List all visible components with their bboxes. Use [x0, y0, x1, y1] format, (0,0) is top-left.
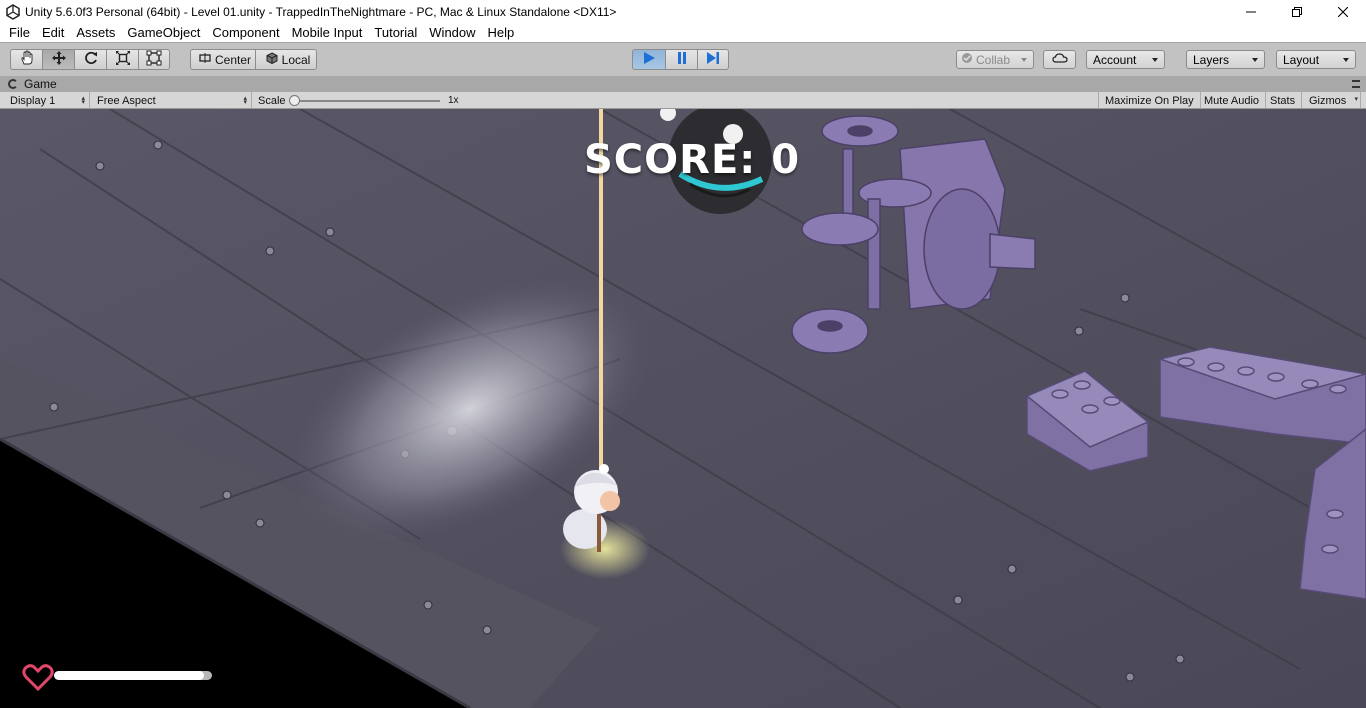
pause-button[interactable]: [665, 49, 697, 70]
pivot-local-label: Local: [281, 52, 311, 67]
game-scene: [0, 109, 1366, 708]
scale-slider-track[interactable]: [294, 100, 440, 102]
menu-gameobject[interactable]: GameObject: [121, 25, 206, 40]
menu-assets[interactable]: Assets: [70, 25, 121, 40]
minimize-button[interactable]: [1228, 0, 1274, 23]
hand-tool-button[interactable]: [10, 49, 42, 70]
menu-component[interactable]: Component: [206, 25, 285, 40]
mute-audio-toggle[interactable]: Mute Audio: [1198, 92, 1267, 109]
display-caret-icon: ▴ ▾: [81, 95, 85, 106]
collab-check-icon: [961, 52, 973, 67]
layers-dropdown[interactable]: Layers: [1186, 50, 1265, 69]
scale-tool-icon: [115, 50, 131, 69]
cloud-button[interactable]: [1043, 50, 1076, 69]
layout-dropdown[interactable]: Layout: [1276, 50, 1356, 69]
collab-label: Collab: [976, 52, 1011, 67]
gizmos-toggle[interactable]: Gizmos ▾: [1303, 92, 1361, 109]
pivot-center-label: Center: [214, 52, 252, 67]
title-bar: Unity 5.6.0f3 Personal (64bit) - Level 0…: [0, 0, 1366, 23]
pause-icon: [675, 51, 689, 68]
account-label: Account: [1093, 52, 1137, 67]
menu-edit[interactable]: Edit: [36, 25, 70, 40]
collab-dropdown[interactable]: Collab: [956, 50, 1034, 69]
step-icon: [706, 51, 720, 68]
rect-tool-icon: [146, 50, 162, 69]
play-button[interactable]: [632, 49, 665, 70]
gizmos-label: Gizmos: [1309, 94, 1347, 107]
step-button[interactable]: [697, 49, 729, 70]
rotate-tool-icon: [83, 50, 99, 69]
restore-button[interactable]: [1274, 0, 1320, 23]
scale-label: Scale: [258, 94, 286, 107]
menu-help[interactable]: Help: [482, 25, 521, 40]
display-dropdown[interactable]: Display 1 ▴ ▾: [4, 92, 90, 109]
pivot-center-button[interactable]: Center: [190, 49, 255, 70]
game-tab[interactable]: Game: [4, 76, 57, 92]
health-bar: [54, 671, 212, 680]
menu-bar: File Edit Assets GameObject Component Mo…: [0, 23, 1366, 42]
aspect-label: Free Aspect: [97, 94, 156, 107]
stats-toggle[interactable]: Stats: [1264, 92, 1303, 109]
move-tool-icon: [51, 50, 67, 69]
layout-label: Layout: [1283, 52, 1320, 67]
tab-menu-icon[interactable]: [1352, 80, 1360, 88]
layers-label: Layers: [1193, 52, 1230, 67]
score-display: SCORE: 0: [584, 137, 801, 183]
menu-tutorial[interactable]: Tutorial: [368, 25, 423, 40]
pivot-toggles: Center Local: [190, 49, 317, 70]
toolbar: Center Local Collab Account Layers Layou…: [0, 42, 1366, 76]
game-tab-label: Game: [24, 77, 57, 91]
game-tab-row: Game: [0, 76, 1366, 92]
aspect-dropdown[interactable]: Free Aspect ▴ ▾: [91, 92, 252, 109]
hand-tool-icon: [19, 50, 35, 69]
play-icon: [642, 51, 656, 68]
window-title: Unity 5.6.0f3 Personal (64bit) - Level 0…: [25, 4, 617, 19]
move-tool-button[interactable]: [42, 49, 74, 70]
pivot-local-button[interactable]: Local: [255, 49, 317, 70]
maximize-on-play-toggle[interactable]: Maximize On Play: [1098, 92, 1201, 109]
aspect-caret-icon: ▴ ▾: [243, 95, 247, 106]
rotate-tool-button[interactable]: [74, 49, 106, 70]
menu-file[interactable]: File: [3, 25, 36, 40]
cloud-icon: [1052, 52, 1068, 67]
pivot-center-icon: [199, 52, 211, 67]
transform-tools: [10, 49, 170, 70]
game-viewport[interactable]: SCORE: 0: [0, 109, 1366, 708]
scale-tool-button[interactable]: [106, 49, 138, 70]
scale-value: 1x: [448, 95, 459, 106]
scale-slider-handle[interactable]: [289, 95, 300, 106]
menu-window[interactable]: Window: [423, 25, 481, 40]
account-dropdown[interactable]: Account: [1086, 50, 1165, 69]
unity-logo-icon: [5, 3, 21, 20]
game-view-bar: Display 1 ▴ ▾ Free Aspect ▴ ▾ Scale 1x Max…: [0, 92, 1366, 109]
local-cube-icon: [266, 52, 278, 67]
game-tab-icon: [8, 79, 18, 89]
health-bar-fill: [54, 671, 205, 680]
close-button[interactable]: [1320, 0, 1366, 23]
gizmos-caret-icon: ▾: [1354, 96, 1358, 103]
display-label: Display 1: [10, 94, 56, 107]
play-controls: [632, 49, 729, 70]
rect-tool-button[interactable]: [138, 49, 170, 70]
menu-mobile-input[interactable]: Mobile Input: [286, 25, 369, 40]
